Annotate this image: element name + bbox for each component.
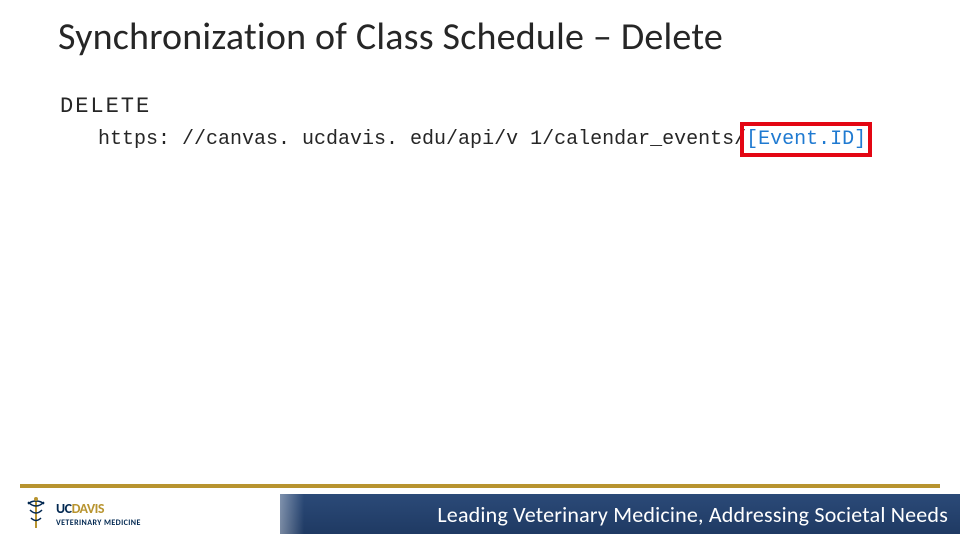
logo: UCDAVIS VETERINARY MEDICINE (22, 494, 141, 534)
footer-rule (20, 484, 940, 488)
footer: UCDAVIS VETERINARY MEDICINE Leading Vete… (0, 484, 960, 540)
http-url: https: //canvas. ucdavis. edu/api/v 1/ca… (98, 128, 866, 151)
logo-text: UCDAVIS VETERINARY MEDICINE (56, 501, 141, 527)
param-name: Event.ID (758, 128, 854, 151)
logo-davis: DAVIS (72, 500, 104, 517)
caduceus-icon (22, 496, 50, 532)
http-method: DELETE (60, 94, 151, 119)
slide-title: Synchronization of Class Schedule – Dele… (58, 14, 723, 60)
param-open-bracket: [ (746, 128, 758, 151)
tagline: Leading Veterinary Medicine, Addressing … (437, 501, 948, 528)
logo-uc: UC (56, 500, 72, 517)
url-prefix: https: //canvas. ucdavis. edu/api/v 1/ca… (98, 128, 746, 151)
tagline-bar: Leading Veterinary Medicine, Addressing … (280, 494, 960, 534)
param-close-bracket: ] (854, 128, 866, 151)
url-param-wrap: [Event.ID] (746, 128, 866, 151)
logo-sub: VETERINARY MEDICINE (56, 519, 141, 527)
slide: Synchronization of Class Schedule – Dele… (0, 0, 960, 540)
